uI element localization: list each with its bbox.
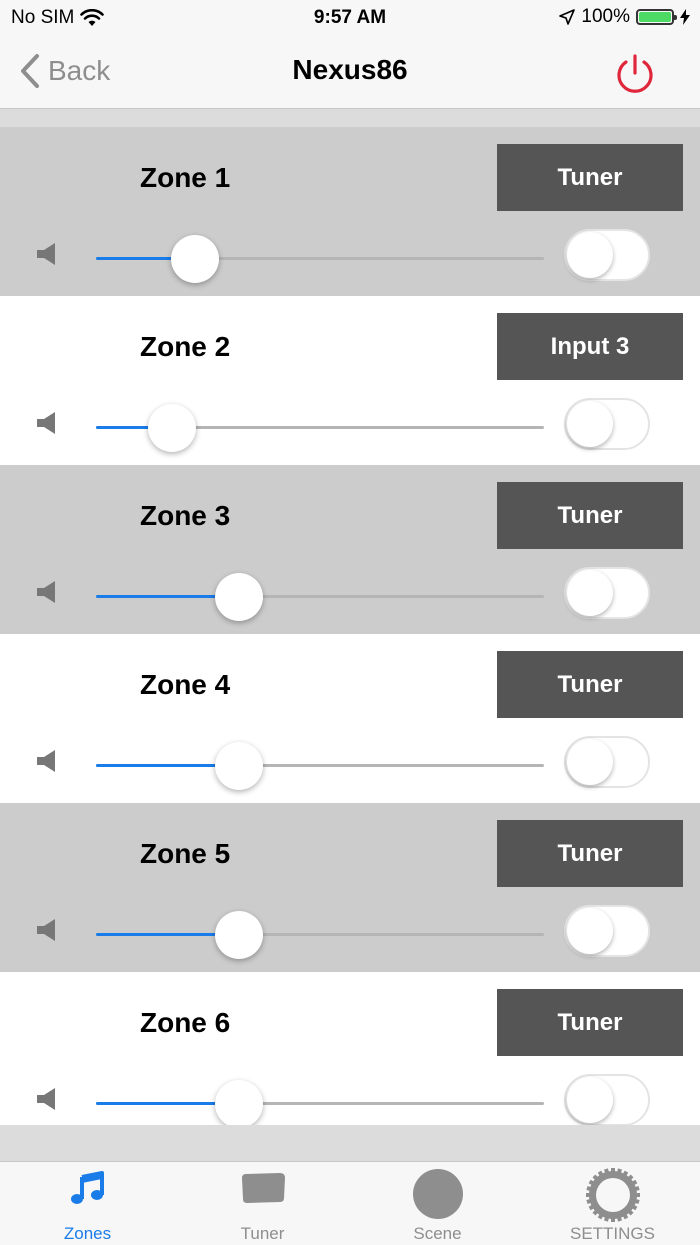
zone-toggle[interactable] (564, 736, 650, 788)
volume-slider[interactable] (96, 911, 544, 959)
slider-thumb[interactable] (215, 573, 263, 621)
toggle-knob (567, 1077, 613, 1123)
source-button[interactable]: Input 3 (497, 313, 683, 380)
navigation-bar: Back Nexus86 (0, 36, 700, 109)
zone-toggle[interactable] (564, 229, 650, 281)
power-button[interactable] (614, 53, 656, 95)
tab-zones[interactable]: Zones (0, 1162, 175, 1245)
tuner-icon (241, 1173, 285, 1203)
gear-icon (585, 1168, 640, 1222)
volume-slider[interactable] (96, 1080, 544, 1128)
music-note-icon (70, 1171, 104, 1204)
tab-scene[interactable]: Scene (350, 1162, 525, 1245)
toggle-knob (567, 739, 613, 785)
zone-toggle[interactable] (564, 1074, 650, 1126)
speaker-icon (37, 581, 55, 603)
speaker-icon (37, 243, 55, 265)
status-right: 100% (559, 6, 690, 28)
source-button[interactable]: Tuner (497, 482, 683, 549)
zone-row: Zone 6 Tuner (0, 972, 700, 1141)
battery-fill (639, 12, 671, 22)
battery-percent: 100% (581, 6, 630, 27)
zone-row: Zone 1 Tuner (0, 127, 700, 296)
scene-icon (412, 1169, 463, 1219)
toggle-knob (567, 401, 613, 447)
zone-row: Zone 3 Tuner (0, 465, 700, 634)
zone-name: Zone 4 (140, 669, 231, 700)
volume-slider[interactable] (96, 235, 544, 283)
chevron-left-icon (21, 54, 39, 88)
toggle-knob (567, 570, 613, 616)
speaker-icon (37, 412, 55, 434)
zone-name: Zone 1 (140, 162, 231, 193)
zone-toggle[interactable] (564, 905, 650, 957)
location-arrow-icon (559, 9, 576, 25)
speaker-icon (37, 919, 55, 941)
list-top-spacer (0, 109, 700, 127)
status-bar: No SIM 9:57 AM 100% (0, 0, 700, 36)
back-label: Back (48, 55, 111, 86)
slider-thumb[interactable] (215, 742, 263, 790)
tab-bar: Zones Tuner Scene SETTINGS (0, 1161, 700, 1245)
slider-thumb[interactable] (171, 235, 219, 283)
tab-label: SETTINGS (569, 1224, 655, 1243)
source-button[interactable]: Tuner (497, 144, 683, 211)
speaker-icon (37, 1088, 55, 1110)
zone-row: Zone 5 Tuner (0, 803, 700, 972)
list-bottom-spacer (0, 1125, 700, 1161)
zone-toggle[interactable] (564, 398, 650, 450)
slider-thumb[interactable] (215, 911, 263, 959)
zone-row: Zone 2 Input 3 (0, 296, 700, 465)
zone-row: Zone 4 Tuner (0, 634, 700, 803)
zone-name: Zone 2 (140, 331, 231, 362)
volume-slider[interactable] (96, 742, 544, 790)
zone-name: Zone 5 (140, 838, 231, 869)
tab-label: Scene (413, 1224, 462, 1243)
zone-name: Zone 6 (140, 1007, 231, 1038)
toggle-knob (567, 908, 613, 954)
zone-toggle[interactable] (564, 567, 650, 619)
source-button[interactable]: Tuner (497, 989, 683, 1056)
source-button[interactable]: Tuner (497, 820, 683, 887)
tab-tuner[interactable]: Tuner (175, 1162, 350, 1245)
volume-slider[interactable] (96, 573, 544, 621)
charging-bolt-icon (680, 9, 690, 25)
slider-thumb[interactable] (215, 1080, 263, 1128)
source-button[interactable]: Tuner (497, 651, 683, 718)
battery-icon (636, 9, 677, 25)
tab-label: Tuner (240, 1224, 285, 1243)
toggle-knob (567, 232, 613, 278)
slider-thumb[interactable] (148, 404, 196, 452)
speaker-icon (37, 750, 55, 772)
volume-slider[interactable] (96, 404, 544, 452)
zone-name: Zone 3 (140, 500, 231, 531)
tab-label: Zones (63, 1224, 112, 1243)
back-button[interactable]: Back (20, 54, 110, 88)
tab-settings[interactable]: SETTINGS (525, 1162, 700, 1245)
